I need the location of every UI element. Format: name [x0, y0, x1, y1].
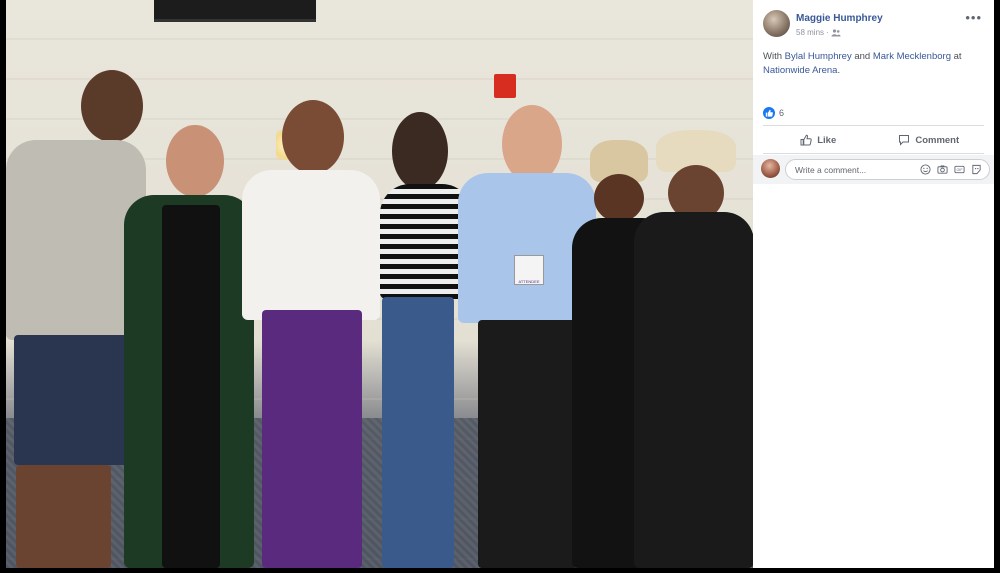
post-meta: 58 mins ·	[796, 28, 841, 37]
tagged-user-1[interactable]: Bylal Humphrey	[785, 51, 852, 62]
post-photo[interactable]: ATTENDEE	[6, 0, 753, 568]
like-reaction-icon	[763, 107, 775, 119]
wall-tv	[154, 0, 316, 22]
window-bottom-edge	[0, 568, 1000, 573]
person-2	[124, 125, 254, 568]
reactions-summary[interactable]: 6	[763, 107, 784, 119]
more-options-icon[interactable]: •••	[965, 10, 982, 25]
author-avatar[interactable]	[763, 10, 790, 37]
person-3	[242, 100, 382, 568]
comment-composer: Write a comment... GIF	[753, 155, 994, 184]
post-text: With Bylal Humphrey and Mark Mecklenborg…	[763, 50, 978, 78]
comment-input[interactable]: Write a comment... GIF	[785, 159, 990, 180]
thumbs-up-icon	[800, 134, 812, 146]
text-and: and	[851, 51, 873, 62]
post-panel: Maggie Humphrey 58 mins · ••• With Bylal…	[753, 0, 994, 568]
emoji-icon[interactable]	[920, 164, 931, 175]
post-header: Maggie Humphrey 58 mins · •••	[763, 10, 984, 42]
divider-bottom	[763, 153, 984, 154]
divider-top	[763, 125, 984, 126]
comment-button[interactable]: Comment	[874, 130, 985, 150]
comment-label: Comment	[915, 134, 960, 146]
viewer-avatar[interactable]	[761, 159, 780, 178]
badge-text: ATTENDEE	[518, 279, 540, 284]
text-prefix: With	[763, 51, 785, 62]
sticker-icon[interactable]	[971, 164, 982, 175]
meta-separator: ·	[826, 28, 829, 37]
comment-tools: GIF	[920, 164, 982, 175]
tagged-user-2[interactable]: Mark Mecklenborg	[873, 51, 951, 62]
comment-placeholder: Write a comment...	[795, 165, 867, 175]
camera-icon[interactable]	[937, 164, 948, 175]
person-7	[634, 130, 753, 568]
attendee-badge: ATTENDEE	[514, 255, 544, 285]
comment-icon	[899, 135, 910, 146]
gif-icon[interactable]: GIF	[954, 164, 965, 175]
text-end: .	[837, 65, 841, 76]
fire-alarm	[494, 74, 516, 98]
location-link[interactable]: Nationwide Arena	[763, 65, 837, 76]
post-timestamp[interactable]: 58 mins	[796, 28, 824, 37]
like-button[interactable]: Like	[763, 130, 874, 150]
like-label: Like	[817, 134, 837, 146]
author-name[interactable]: Maggie Humphrey	[796, 13, 883, 24]
text-at: at	[950, 51, 962, 62]
reaction-count: 6	[779, 108, 785, 118]
post-actions: Like Comment	[763, 130, 984, 150]
svg-text:GIF: GIF	[956, 168, 963, 172]
friends-icon	[831, 28, 841, 36]
